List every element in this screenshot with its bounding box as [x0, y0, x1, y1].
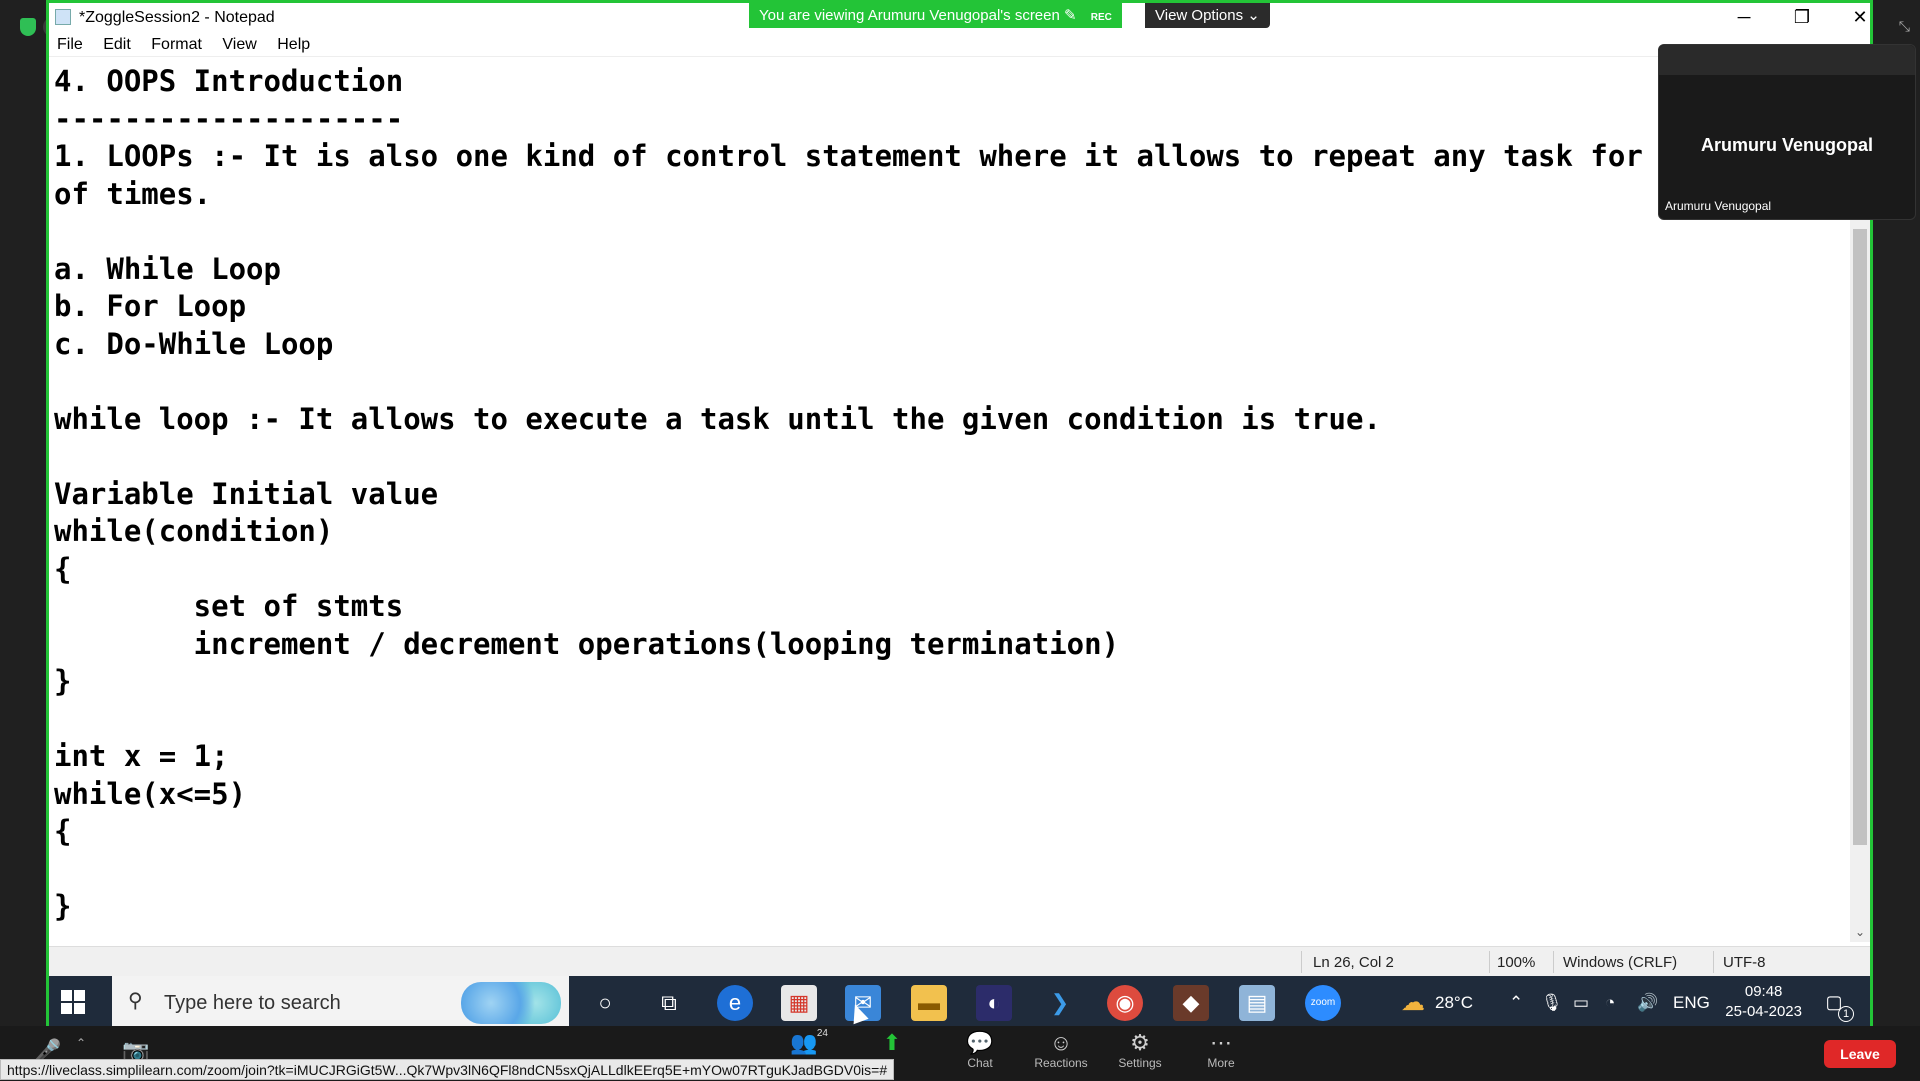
status-url: https://liveclass.simplilearn.com/zoom/j…: [0, 1059, 895, 1080]
menu-view[interactable]: View: [214, 33, 264, 54]
share-screen-button[interactable]: ⬆: [876, 1030, 908, 1056]
notification-center-icon[interactable]: ▢ 1: [1820, 988, 1854, 1022]
chevron-down-icon: ⌄: [1247, 7, 1260, 24]
notepad-taskbar-icon[interactable]: ▤: [1239, 985, 1275, 1021]
share-screen-icon: ⬆: [882, 1030, 902, 1055]
view-options-button[interactable]: View Options ⌄: [1145, 3, 1270, 28]
participant-name: Arumuru Venugopal: [1700, 135, 1873, 155]
windows-start-icon[interactable]: [61, 990, 85, 1014]
editor-content[interactable]: 4. OOPS Introduction -------------------…: [49, 59, 1849, 926]
status-divider: [1713, 951, 1714, 973]
cursor-position: Ln 26, Col 2: [1313, 954, 1394, 971]
taskbar-clock[interactable]: 09:48 25-04-2023: [1725, 982, 1802, 1022]
leave-button[interactable]: Leave: [1824, 1040, 1896, 1068]
security-shield-icon[interactable]: [20, 18, 36, 36]
notification-count: 1: [1838, 1006, 1854, 1022]
reactions-button[interactable]: ☺ Reactions: [1030, 1030, 1092, 1070]
rec-badge: REC: [1090, 12, 1112, 23]
game-app-icon[interactable]: ◆: [1173, 985, 1209, 1021]
status-divider: [1553, 951, 1554, 973]
menu-help[interactable]: Help: [269, 33, 318, 54]
microphone-icon[interactable]: 🎙: [1541, 976, 1563, 1029]
clock-time: 09:48: [1744, 983, 1783, 1000]
scroll-down-icon[interactable]: ⌄: [1854, 926, 1866, 938]
menu-file[interactable]: File: [49, 33, 91, 54]
windows-taskbar: ⚲ Type here to search ○ ⧉ e ▦ ✉ ▬ ◐ ❯ ◉ …: [49, 976, 1870, 1029]
cortana-icon[interactable]: ○: [587, 985, 623, 1021]
viewing-banner: You are viewing Arumuru Venugopal's scre…: [749, 3, 1122, 28]
shared-screen: *ZoggleSession2 - Notepad ─ ❐ ✕ You are …: [46, 0, 1873, 1029]
zoom-level: 100%: [1497, 954, 1536, 971]
minimize-button[interactable]: ─: [1715, 3, 1773, 33]
clock-date: 25-04-2023: [1725, 1003, 1802, 1020]
store-icon[interactable]: ▦: [781, 985, 817, 1021]
search-icon: ⚲: [128, 990, 143, 1012]
menu-edit[interactable]: Edit: [95, 33, 139, 54]
search-highlight-image: [461, 982, 561, 1024]
more-dots-icon: ⋯: [1210, 1030, 1232, 1055]
exit-fullscreen-icon[interactable]: ⤡: [1899, 18, 1910, 35]
menu-bar: File Edit Format View Help: [49, 33, 1870, 57]
pin-icon: ✎: [1064, 7, 1077, 24]
battery-icon[interactable]: ▭: [1573, 976, 1589, 1029]
taskbar-search[interactable]: ⚲ Type here to search: [112, 976, 569, 1029]
status-divider: [1489, 951, 1490, 973]
weather-temp[interactable]: 28°C: [1435, 976, 1473, 1029]
line-endings: Windows (CRLF): [1563, 954, 1678, 971]
more-label: More: [1207, 1056, 1235, 1070]
more-button[interactable]: ⋯ More: [1200, 1030, 1242, 1070]
restore-button[interactable]: ❐: [1773, 3, 1831, 33]
viewing-banner-text: You are viewing Arumuru Venugopal's scre…: [759, 7, 1060, 24]
status-bar: Ln 26, Col 2 100% Windows (CRLF) UTF-8: [49, 946, 1870, 976]
notepad-app-icon: [55, 9, 71, 25]
task-view-icon[interactable]: ⧉: [651, 985, 687, 1021]
volume-icon[interactable]: 🔊: [1637, 976, 1658, 1029]
eclipse-icon[interactable]: ◐: [976, 985, 1012, 1021]
chat-label: Chat: [967, 1056, 993, 1070]
participant-tile[interactable]: Arumuru Venugopal Arumuru Venugopal: [1658, 44, 1916, 220]
wifi-icon[interactable]: ◔: [1605, 976, 1615, 1029]
settings-button[interactable]: ⚙ Settings: [1114, 1030, 1166, 1070]
reactions-label: Reactions: [1034, 1056, 1088, 1070]
chat-icon: 💬: [966, 1030, 994, 1055]
settings-label: Settings: [1118, 1056, 1162, 1070]
screen: REC ⊞ *ZoggleSession2 - Notepad ─ ❐ ✕ Yo…: [0, 0, 1920, 1080]
encoding: UTF-8: [1723, 954, 1766, 971]
search-placeholder: Type here to search: [164, 992, 341, 1014]
view-options-label: View Options: [1155, 7, 1244, 24]
file-explorer-icon[interactable]: ▬: [911, 985, 947, 1021]
weather-icon[interactable]: ☁: [1401, 976, 1425, 1029]
chat-button[interactable]: 💬 Chat: [958, 1030, 1002, 1070]
menu-format[interactable]: Format: [143, 33, 210, 54]
close-button[interactable]: ✕: [1831, 3, 1889, 33]
participants-button[interactable]: 👥 24: [784, 1028, 828, 1056]
chrome-icon[interactable]: ◉: [1107, 985, 1143, 1021]
participant-tile-header: [1659, 45, 1915, 75]
tray-expand-icon[interactable]: ⌃: [1509, 976, 1523, 1029]
edge-browser-icon[interactable]: e: [717, 985, 753, 1021]
scrollbar-thumb[interactable]: [1853, 229, 1867, 845]
language-indicator[interactable]: ENG: [1673, 976, 1710, 1029]
window-title: *ZoggleSession2 - Notepad: [79, 9, 275, 26]
zoom-app-icon[interactable]: zoom: [1305, 985, 1341, 1021]
participants-count: 24: [816, 1028, 828, 1039]
status-divider: [1301, 951, 1302, 973]
participant-label: Arumuru Venugopal: [1665, 199, 1772, 213]
reactions-icon: ☺: [1049, 1030, 1073, 1055]
text-editor[interactable]: 4. OOPS Introduction -------------------…: [49, 59, 1849, 942]
audio-options-caret[interactable]: ⌃: [76, 1036, 86, 1050]
vscode-icon[interactable]: ❯: [1042, 985, 1078, 1021]
gear-icon: ⚙: [1130, 1030, 1150, 1055]
